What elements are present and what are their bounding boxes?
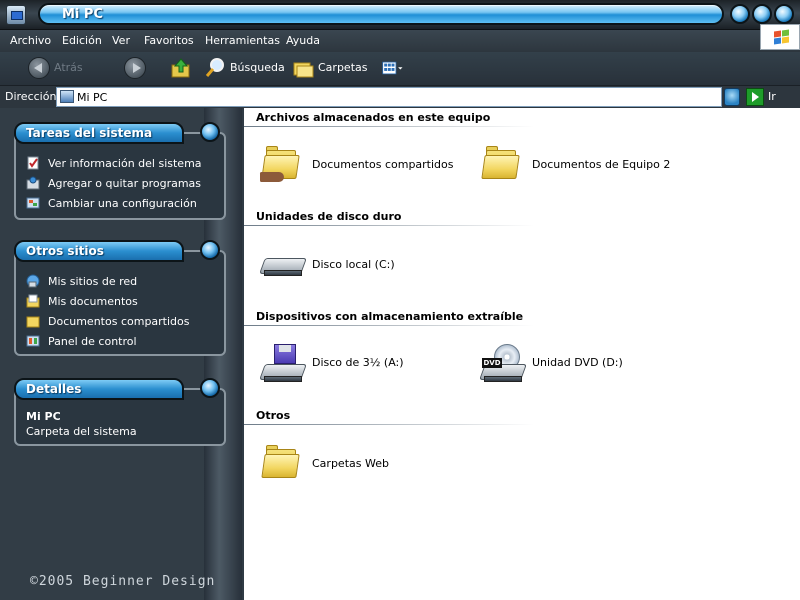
dvd-drive-icon: DVD <box>479 344 527 384</box>
item-label: Unidad DVD (D:) <box>532 356 623 369</box>
address-label: Dirección <box>5 90 57 103</box>
details-header[interactable]: Detalles <box>14 378 184 400</box>
menu-favoritos[interactable]: Favoritos <box>144 32 194 49</box>
task-label: Agregar o quitar programas <box>48 177 202 190</box>
arrow-right-icon <box>133 63 141 73</box>
title-pill: Mi PC <box>38 3 724 25</box>
item-label: Carpetas Web <box>312 457 389 470</box>
place-label: Mis sitios de red <box>48 275 138 288</box>
close-button[interactable] <box>774 4 794 24</box>
item-local-disk-c[interactable]: Disco local (C:) <box>244 246 464 290</box>
item-floppy-a[interactable]: Disco de 3½ (A:) <box>244 344 464 388</box>
other-places-header[interactable]: Otros sitios <box>14 240 184 262</box>
menu-bar: Archivo Edición Ver Favoritos Herramient… <box>0 30 800 52</box>
menu-herramientas[interactable]: Herramientas <box>205 32 280 49</box>
shared-folder-icon <box>260 146 304 186</box>
item-label: Disco de 3½ (A:) <box>312 356 404 369</box>
folder-icon <box>260 445 304 485</box>
details-name: Mi PC <box>26 410 61 423</box>
my-documents-icon <box>26 294 40 308</box>
collapse-button[interactable] <box>200 240 220 260</box>
item-shared-documents[interactable]: Documentos compartidos <box>244 146 464 190</box>
details-description: Carpeta del sistema <box>26 425 137 438</box>
control-panel-settings-icon <box>26 197 40 209</box>
back-label[interactable]: Atrás <box>54 61 83 74</box>
folder-icon <box>480 146 524 186</box>
collapse-button[interactable] <box>200 122 220 142</box>
views-icon[interactable] <box>382 57 404 79</box>
section-header-removable: Dispositivos con almacenamiento extraíbl… <box>256 310 524 323</box>
section-divider <box>244 225 534 226</box>
shared-folder-icon <box>26 316 40 328</box>
arrow-left-icon <box>34 63 42 73</box>
minimize-button[interactable] <box>730 4 750 24</box>
address-dropdown-button[interactable] <box>724 88 740 106</box>
section-header-stored-files: Archivos almacenados en este equipo <box>256 111 491 124</box>
address-input[interactable]: Mi PC <box>56 87 722 107</box>
network-places-icon <box>26 274 40 288</box>
menu-ayuda[interactable]: Ayuda <box>286 32 320 49</box>
window-title: Mi PC <box>62 7 103 22</box>
forward-button[interactable] <box>124 57 146 79</box>
place-label: Panel de control <box>48 335 137 348</box>
section-divider <box>244 126 534 127</box>
toolbar: Atrás Búsqueda Carpetas <box>0 52 800 86</box>
search-label[interactable]: Búsqueda <box>230 61 285 74</box>
menu-ver[interactable]: Ver <box>112 32 130 49</box>
system-tasks-panel: Tareas del sistema Ver información del s… <box>14 122 226 220</box>
add-remove-programs-icon <box>26 176 40 190</box>
place-label: Mis documentos <box>48 295 138 308</box>
my-computer-icon[interactable] <box>6 5 26 25</box>
section-header-hard-drives: Unidades de disco duro <box>256 210 402 223</box>
collapse-button[interactable] <box>200 378 220 398</box>
address-bar: Dirección Mi PC Ir <box>0 86 800 108</box>
folders-icon[interactable] <box>292 57 314 79</box>
go-button[interactable]: Ir <box>768 90 776 103</box>
section-divider <box>244 424 534 425</box>
item-web-folders[interactable]: Carpetas Web <box>244 445 464 489</box>
maximize-button[interactable] <box>752 4 772 24</box>
windows-logo-icon <box>760 24 800 50</box>
item-label: Documentos de Equipo 2 <box>532 158 671 171</box>
back-button[interactable] <box>28 57 50 79</box>
folders-label[interactable]: Carpetas <box>318 61 367 74</box>
title-bar[interactable]: Mi PC <box>0 0 800 30</box>
system-tasks-header[interactable]: Tareas del sistema <box>14 122 184 144</box>
task-label: Cambiar una configuración <box>48 197 197 210</box>
search-icon[interactable] <box>204 57 226 79</box>
task-pane: Tareas del sistema Ver información del s… <box>0 108 242 600</box>
my-computer-icon <box>60 90 74 103</box>
menu-archivo[interactable]: Archivo <box>10 32 51 49</box>
address-value[interactable]: Mi PC <box>77 91 107 104</box>
place-label: Documentos compartidos <box>48 315 190 328</box>
item-team-documents[interactable]: Documentos de Equipo 2 <box>464 146 684 190</box>
copyright-footer: ©2005 Beginner Design <box>30 574 216 589</box>
file-list-view[interactable]: Archivos almacenados en este equipo Docu… <box>244 108 800 600</box>
task-label: Ver información del sistema <box>48 157 202 170</box>
system-info-icon <box>27 156 39 170</box>
hard-drive-icon <box>259 246 307 286</box>
menu-edicion[interactable]: Edición <box>62 32 102 49</box>
section-divider <box>244 325 534 326</box>
control-panel-icon <box>26 335 40 347</box>
other-places-panel: Otros sitios Mis sitios de red Mis docum… <box>14 240 226 356</box>
details-panel: Detalles Mi PC Carpeta del sistema <box>14 378 226 446</box>
item-label: Disco local (C:) <box>312 258 395 271</box>
section-header-others: Otros <box>256 409 291 422</box>
floppy-drive-icon <box>259 344 307 384</box>
folder-up-icon[interactable] <box>170 57 192 79</box>
go-arrow-icon[interactable] <box>746 88 764 106</box>
item-label: Documentos compartidos <box>312 158 454 171</box>
item-dvd-d[interactable]: DVD Unidad DVD (D:) <box>464 344 684 388</box>
